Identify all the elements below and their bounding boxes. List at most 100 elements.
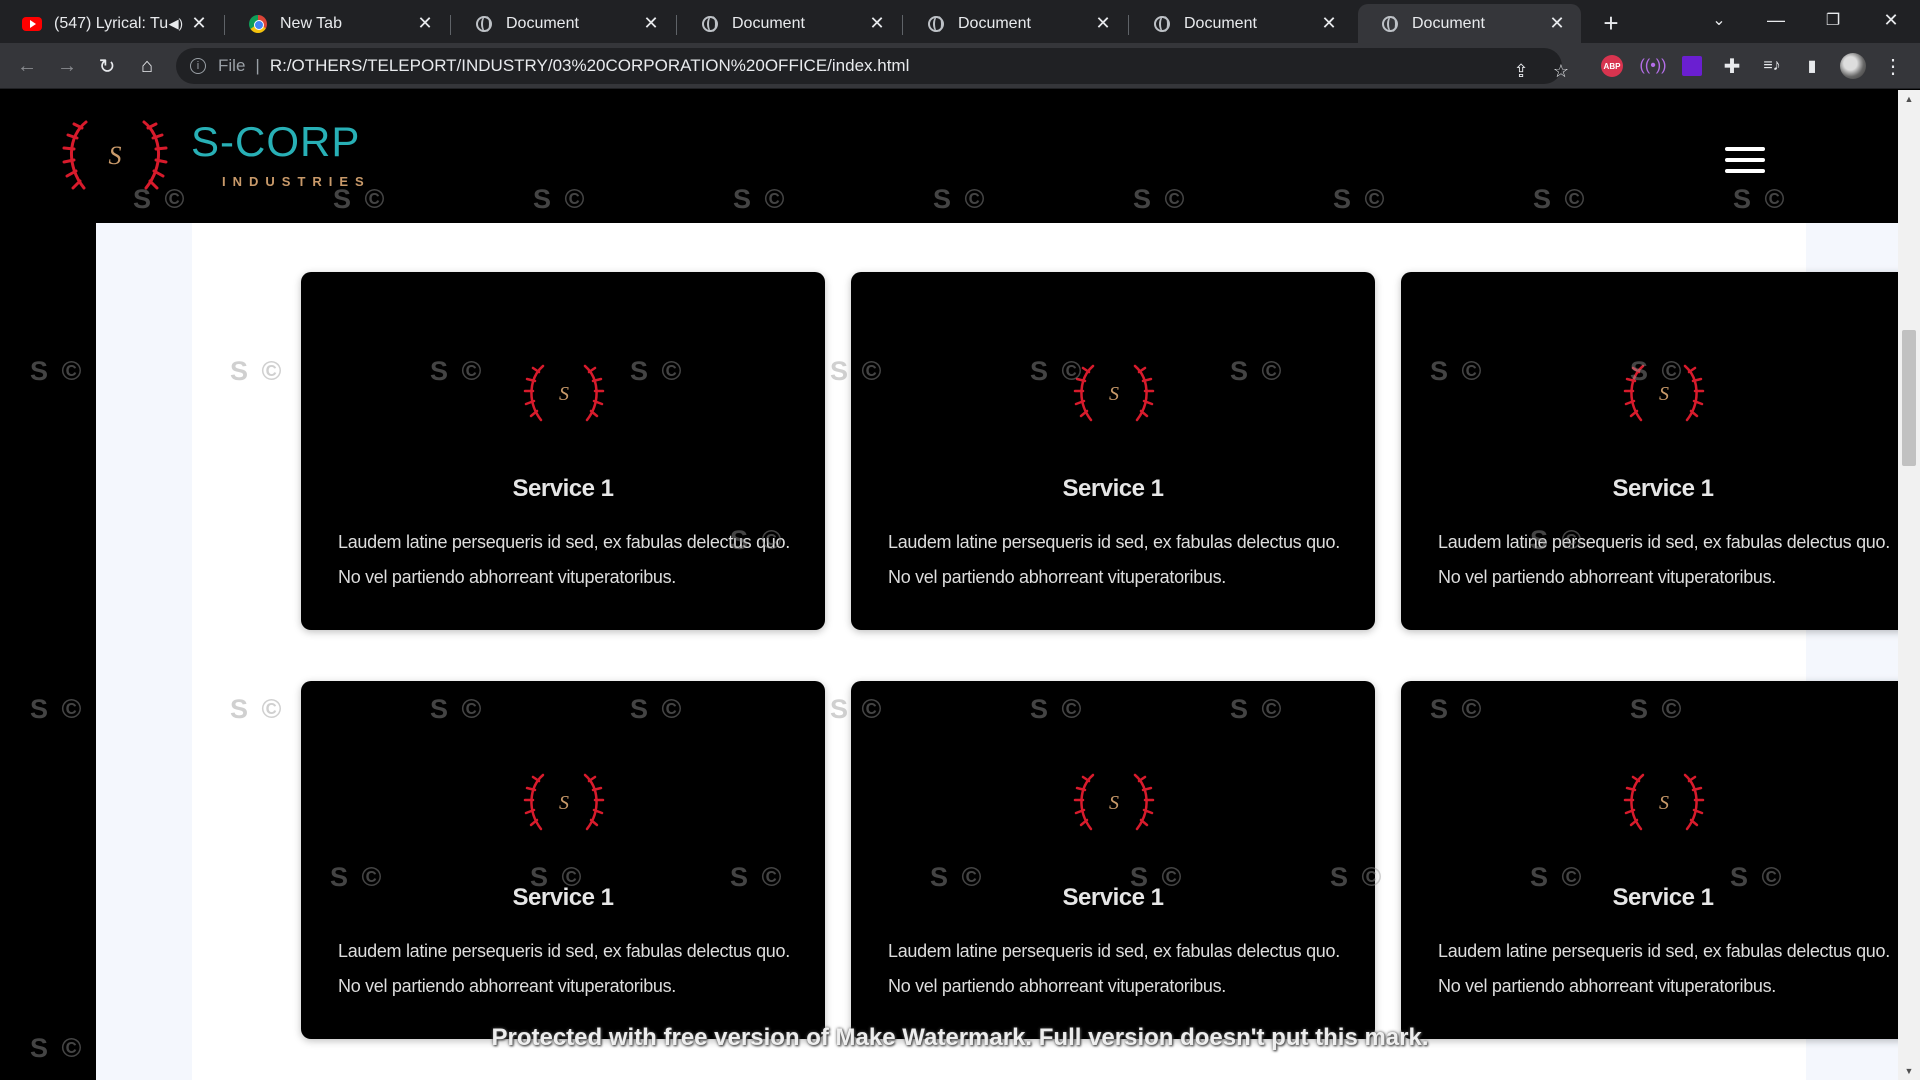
url-scheme: File [218,56,246,75]
tab-document-4[interactable]: Document ✕ [1130,4,1353,43]
purple-extension-icon[interactable] [1679,53,1705,79]
logo-text[interactable]: S-CORP [191,118,360,166]
svg-text:S: S [559,792,569,814]
site-header: S S-CORP INDUSTRIES [0,90,1898,223]
new-tab-button[interactable]: + [1596,8,1626,38]
url-text[interactable]: R:/OTHERS/TELEPORT/INDUSTRY/03%20CORPORA… [270,56,910,76]
service-description-line: Laudem latine persequeris id sed, ex fab… [1438,941,1890,961]
service-card[interactable]: S Service 1 Laudem latine persequeris id s… [1401,681,1898,1039]
scrollbar-thumb[interactable] [1902,330,1916,466]
adblock-plus-icon[interactable]: ABP [1599,53,1625,79]
svg-text:S: S [1659,383,1669,405]
close-icon[interactable]: ✕ [1093,13,1113,34]
restore-button[interactable]: ❐ [1810,4,1856,36]
service-description-line: Laudem latine persequeris id sed, ex fab… [338,941,790,961]
service-card[interactable]: S Service 1 Laudem latine persequeris id s… [301,681,825,1039]
tab-title: Document [958,14,1031,32]
scroll-down-arrow-icon[interactable]: ▼ [1898,1062,1920,1080]
tab-document-2[interactable]: Document ✕ [678,4,901,43]
svg-text:S: S [109,141,122,170]
service-description-line: Laudem latine persequeris id sed, ex fab… [888,941,1340,961]
tab-youtube[interactable]: (547) Lyrical: Tui B ◀) ✕ [0,4,223,43]
minimize-button[interactable]: — [1753,4,1799,36]
globe-icon [1152,14,1172,34]
profile-avatar[interactable] [1840,53,1866,79]
close-icon[interactable]: ✕ [415,13,435,34]
radio-icon[interactable]: ((•)) [1640,53,1667,79]
globe-icon [474,14,494,34]
tab-document-1[interactable]: Document ✕ [452,4,675,43]
menu-dots-icon[interactable]: ⋮ [1880,53,1906,79]
service-card[interactable]: S Service 1 Laudem latine persequeris id s… [301,272,825,630]
laurel-emblem-icon: S [1623,364,1705,422]
info-icon[interactable]: i [190,58,206,74]
sidepanel-icon[interactable]: ▮ [1799,53,1825,79]
bookmark-star-icon[interactable]: ☆ [1546,56,1576,86]
close-icon[interactable]: ✕ [1547,13,1567,34]
service-description-line: No vel partiendo abhorreant vituperatori… [1438,567,1777,587]
speaker-icon[interactable]: ◀) [169,16,183,32]
tab-title: Document [1184,14,1257,32]
home-button[interactable]: ⌂ [131,50,163,82]
svg-text:S: S [1109,792,1119,814]
tab-new-tab[interactable]: New Tab ✕ [226,4,449,43]
laurel-emblem-icon: S [1073,364,1155,422]
forward-button[interactable]: → [51,50,83,82]
media-icon[interactable]: ≡♪ [1759,53,1785,79]
services-section: S Service 1 Laudem latine persequeris id s… [96,223,1898,1080]
service-title: Service 1 [512,884,614,911]
share-icon[interactable]: ⇪ [1506,56,1536,86]
tab-title: New Tab [280,14,342,32]
tab-separator [450,15,451,35]
close-icon[interactable]: ✕ [1319,13,1339,34]
service-description: Laudem latine persequeris id sed, ex fab… [888,934,1348,1004]
service-title: Service 1 [1612,884,1714,911]
laurel-emblem-icon: S [523,364,605,422]
service-card[interactable]: S Service 1 Laudem latine persequeris id s… [851,272,1375,630]
service-description: Laudem latine persequeris id sed, ex fab… [338,525,798,595]
service-description-line: No vel partiendo abhorreant vituperatori… [338,976,677,996]
tab-title: Document [1412,14,1485,32]
tab-document-3[interactable]: Document ✕ [904,4,1127,43]
web-page: S S-CORP INDUSTRIES S Service 1 Laudem lat… [0,90,1898,1080]
svg-text:S: S [559,383,569,405]
laurel-emblem-icon: S [1623,773,1705,831]
service-title: Service 1 [512,475,614,502]
service-description-line: No vel partiendo abhorreant vituperatori… [888,976,1227,996]
service-description: Laudem latine persequeris id sed, ex fab… [338,934,798,1004]
globe-icon [1380,14,1400,34]
scroll-up-arrow-icon[interactable]: ▲ [1898,90,1920,108]
svg-text:S: S [1659,792,1669,814]
hamburger-menu-icon[interactable] [1725,147,1765,175]
service-card[interactable]: S Service 1 Laudem latine persequeris id s… [1401,272,1898,630]
close-icon[interactable]: ✕ [189,13,209,34]
puzzle-icon[interactable]: ✚ [1719,53,1745,79]
service-title: Service 1 [1062,884,1164,911]
close-icon[interactable]: ✕ [867,13,887,34]
tab-search-chevron-icon[interactable]: ⌄ [1696,4,1742,36]
tab-separator [676,15,677,35]
laurel-emblem-icon: S [523,773,605,831]
close-icon[interactable]: ✕ [641,13,661,34]
service-card[interactable]: S Service 1 Laudem latine persequeris id s… [851,681,1375,1039]
reload-button[interactable]: ↻ [91,50,123,82]
close-window-button[interactable]: ✕ [1868,4,1914,36]
service-description-line: No vel partiendo abhorreant vituperatori… [338,567,677,587]
laurel-logo-icon[interactable]: S [62,118,168,194]
back-button[interactable]: ← [11,50,43,82]
address-bar[interactable]: i File | R:/OTHERS/TELEPORT/INDUSTRY/03%… [176,48,1569,86]
tab-title: (547) Lyrical: Tui B [54,14,169,32]
page-scrollbar[interactable]: ▲ ▼ [1898,90,1920,1080]
service-description-line: Laudem latine persequeris id sed, ex fab… [1438,532,1890,552]
tab-document-active[interactable]: Document ✕ [1358,4,1581,43]
service-description-line: Laudem latine persequeris id sed, ex fab… [888,532,1340,552]
tab-title: Document [506,14,579,32]
service-description: Laudem latine persequeris id sed, ex fab… [1438,525,1898,595]
laurel-emblem-icon: S [1073,773,1155,831]
service-title: Service 1 [1062,475,1164,502]
tab-separator [224,15,225,35]
svg-text:S: S [1109,383,1119,405]
tab-separator [1128,15,1129,35]
browser-toolbar: ← → ↻ ⌂ i File | R:/OTHERS/TELEPORT/INDU… [0,43,1920,89]
logo-subtext: INDUSTRIES [222,174,371,189]
